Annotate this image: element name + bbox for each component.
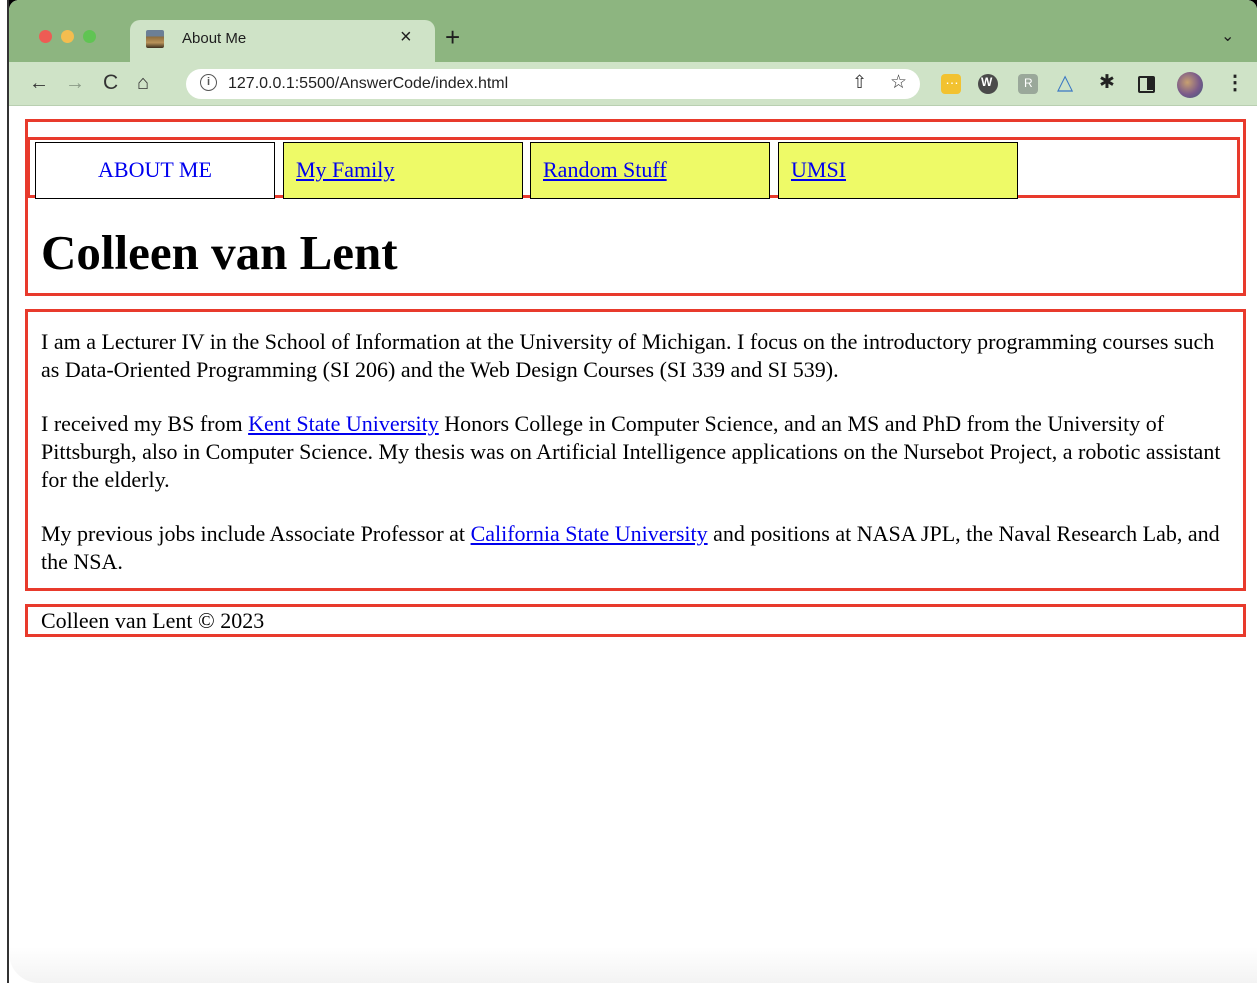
profile-avatar[interactable]	[1177, 72, 1203, 98]
bookmark-star-icon[interactable]: ☆	[890, 71, 907, 94]
bio-paragraph-2: I received my BS from Kent State Univers…	[41, 410, 1230, 494]
extension-r-icon[interactable]	[1018, 74, 1038, 94]
home-icon[interactable]: ⌂	[137, 71, 149, 95]
site-info-icon[interactable]: i	[200, 74, 217, 91]
favicon-icon	[146, 30, 164, 48]
paragraph-text: My previous jobs include Associate Profe…	[41, 521, 471, 546]
extension-w-icon[interactable]	[978, 74, 998, 94]
web-page: ABOUT ME My Family Random Stuff UMSI Col…	[9, 107, 1257, 983]
kent-state-link[interactable]: Kent State University	[248, 411, 439, 436]
california-state-link[interactable]: California State University	[471, 521, 708, 546]
close-window-button[interactable]	[39, 30, 52, 43]
address-bar[interactable]: i 127.0.0.1:5500/AnswerCode/index.html ⇧…	[186, 69, 920, 99]
tab-title: About Me	[182, 30, 247, 47]
nav-item-umsi[interactable]: UMSI	[778, 142, 1018, 199]
address-url[interactable]: 127.0.0.1:5500/AnswerCode/index.html	[228, 75, 508, 93]
browser-menu-icon[interactable]: ⋮	[1225, 72, 1245, 94]
minimize-window-button[interactable]	[61, 30, 74, 43]
footer-text: Colleen van Lent © 2023	[41, 608, 265, 633]
paragraph-text: I received my BS from	[41, 411, 249, 436]
tab-search-chevron-icon[interactable]: ⌄	[1221, 26, 1234, 46]
browser-window: About Me × + ⌄ ← → C ⌂ i 127.0.0.1:5500/…	[9, 0, 1257, 983]
bio-paragraph-3: My previous jobs include Associate Profe…	[41, 520, 1230, 576]
sidepanel-icon[interactable]	[1138, 76, 1155, 93]
bio-paragraph-1: I am a Lecturer IV in the School of Info…	[41, 329, 1215, 382]
main-content: I am a Lecturer IV in the School of Info…	[25, 309, 1246, 591]
new-tab-button[interactable]: +	[445, 22, 460, 52]
tab-strip: About Me × + ⌄	[9, 0, 1257, 62]
reload-icon[interactable]: C	[103, 71, 118, 95]
share-icon[interactable]: ⇧	[852, 72, 867, 93]
nav-item-about-me[interactable]: ABOUT ME	[35, 142, 275, 199]
browser-toolbar: ← → C ⌂ i 127.0.0.1:5500/AnswerCode/inde…	[9, 62, 1257, 106]
extension-ellipsis-icon[interactable]	[941, 71, 961, 94]
nav-item-my-family[interactable]: My Family	[283, 142, 523, 199]
page-title: Colleen van Lent	[41, 225, 398, 280]
background-window-edge	[0, 0, 9, 983]
forward-arrow-icon[interactable]: →	[65, 71, 85, 95]
site-nav: ABOUT ME My Family Random Stuff UMSI	[27, 137, 1240, 199]
tab-close-icon[interactable]: ×	[400, 26, 412, 49]
maximize-window-button[interactable]	[83, 30, 96, 43]
window-bottom-edge	[9, 947, 1257, 983]
browser-tab-about-me[interactable]: About Me ×	[130, 20, 435, 62]
footer: Colleen van Lent © 2023	[25, 604, 1246, 637]
back-arrow-icon[interactable]: ←	[29, 71, 49, 95]
nav-item-random-stuff[interactable]: Random Stuff	[530, 142, 770, 199]
puzzle-icon[interactable]	[1098, 71, 1118, 94]
extension-triangle-icon[interactable]	[1057, 70, 1077, 95]
